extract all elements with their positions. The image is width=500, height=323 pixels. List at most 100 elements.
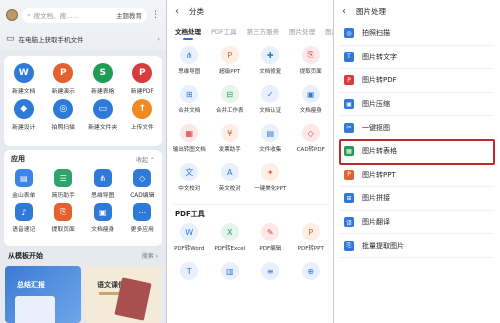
list-item[interactable]: ⊞ 图片拼接	[340, 187, 494, 211]
image-translate-icon: 译	[344, 217, 354, 228]
tool-item[interactable]: ▦ 输出转图文档	[169, 124, 210, 163]
doc-slim-icon: ▣	[93, 203, 112, 221]
pdf-tools-grid: W PDF转Word X PDF转Excel ✎ PDF编辑 P PDF转PPT T ▥ ≡ ⊕	[167, 221, 333, 301]
more-icon[interactable]: ⋮	[151, 10, 160, 20]
tool-item[interactable]: ⎘ 提取页面	[291, 46, 332, 85]
tool-item[interactable]: ✚ 文档修复	[250, 46, 291, 85]
tool-label: 上传文件	[130, 125, 154, 131]
form-icon: ▤	[14, 169, 33, 187]
tool-label: PDF转PPT	[297, 246, 324, 252]
avatar[interactable]	[6, 9, 18, 21]
tool-item[interactable]: X PDF转Excel	[210, 223, 251, 262]
tool-label: PDF转Excel	[214, 246, 246, 252]
pdf-page-icon: ▥	[220, 262, 239, 280]
tab-1[interactable]: PDF工具	[211, 26, 237, 36]
tool-item[interactable]: ▣ 文档瘦身	[291, 85, 332, 124]
tool-item[interactable]: 文中文校对	[169, 163, 210, 202]
image-to-text-icon: T	[344, 51, 354, 62]
tool-label: CAD编辑	[130, 193, 155, 199]
tool-item[interactable]: ☰ 简历助手	[44, 169, 84, 199]
apps-title: 应用	[11, 155, 25, 163]
tool-item[interactable]: ≡	[250, 262, 291, 301]
tool-label: 合并工作表	[215, 108, 244, 114]
tool-label: 思维导图	[178, 69, 201, 75]
tool-item[interactable]: W 新建文档	[4, 63, 44, 95]
image-to-pdf-icon: P	[344, 75, 354, 86]
tool-label: 输出转图文档	[172, 147, 206, 153]
tool-item[interactable]: ⊞ 合并文档	[169, 85, 210, 124]
back-icon[interactable]: ‹	[175, 6, 179, 17]
tool-item[interactable]: T	[169, 262, 210, 301]
tool-item[interactable]: ⋯ 更多应用	[123, 203, 163, 233]
search-icon: ⌕	[27, 10, 31, 19]
tool-label: 英文校对	[218, 186, 241, 192]
template-card[interactable]: 总结汇报	[5, 266, 81, 323]
list-item[interactable]: ◎ 拍照扫描	[340, 22, 494, 46]
tool-item[interactable]: ♪ 语音速记	[4, 203, 44, 233]
tool-item[interactable]: ✓ 文档认证	[250, 85, 291, 124]
home-header: ⌕ 搜文档、搜…… 主题教育 ⋮ ▭ 在电脑上获取手机文件 ›	[0, 0, 166, 50]
file-collect-icon: ▤	[261, 124, 280, 142]
tool-item[interactable]: P 新建PDF	[123, 63, 163, 95]
pdf-more-icon: ⊕	[301, 262, 320, 280]
merge-sheet-icon: ⊟	[220, 85, 239, 103]
folder-icon: ▭	[92, 99, 113, 119]
templates-search-button[interactable]: 搜索 ›	[142, 251, 158, 261]
cutout-icon: ✂	[344, 122, 354, 133]
template-decoration	[99, 292, 119, 295]
tool-item[interactable]: P PDF转PPT	[291, 223, 332, 262]
pdf-to-excel-icon: X	[220, 223, 239, 241]
template-card[interactable]: 语文课件	[85, 266, 162, 323]
list-item[interactable]: ▦ 图片转表格	[339, 138, 495, 165]
monitor-icon: ▭	[6, 34, 15, 44]
tool-item[interactable]: P 超级PPT	[210, 46, 251, 85]
list-item[interactable]: P 图片转PPT	[340, 164, 494, 188]
doc-slim-icon: ▣	[301, 85, 320, 103]
tool-item[interactable]: ▭ 新建文件夹	[83, 99, 123, 131]
back-icon[interactable]: ‹	[342, 6, 346, 17]
extract-page-icon: ⎘	[54, 203, 73, 221]
tool-item[interactable]: ▤ 文件收集	[250, 124, 291, 163]
list-item[interactable]: ▣ 图片压缩	[340, 93, 494, 117]
list-item-label: 图片拼接	[362, 194, 390, 203]
tool-item[interactable]: ⎘ 提取页面	[44, 203, 84, 233]
tool-item[interactable]: ¥ 发票助手	[210, 124, 251, 163]
tab-2[interactable]: 第三方服务	[247, 26, 280, 36]
tool-item[interactable]: S 新建表格	[83, 63, 123, 95]
tab-3[interactable]: 图片处理	[289, 26, 315, 36]
tool-item[interactable]: ▣ 文档瘦身	[83, 203, 123, 233]
tool-item[interactable]: W PDF转Word	[169, 223, 210, 262]
tool-item[interactable]: ▤ 金山表单	[4, 169, 44, 199]
template-title: 总结汇报	[17, 281, 45, 289]
tool-item[interactable]: ⋔ 思维导图	[83, 169, 123, 199]
tool-item[interactable]: ◇ CAD编辑	[123, 169, 163, 199]
tool-item[interactable]: ⊟ 合并工作表	[210, 85, 251, 124]
tool-item[interactable]: ↑ 上传文件	[123, 99, 163, 131]
search-input[interactable]: ⌕ 搜文档、搜…… 主题教育	[22, 7, 147, 23]
list-item[interactable]: ⎘ 批量提取图片	[340, 234, 494, 258]
tool-item[interactable]: ▥	[210, 262, 251, 301]
apps-collapse-button[interactable]: 收起 ⌃	[136, 155, 155, 164]
tool-item[interactable]: ⋔ 思维导图	[169, 46, 210, 85]
mind-map-icon: ⋔	[93, 169, 112, 187]
doc-repair-icon: ✚	[261, 46, 280, 64]
tool-item[interactable]: P 新建演示	[44, 63, 84, 95]
tab-0[interactable]: 文档处理	[175, 26, 201, 40]
tool-item[interactable]: ◇ CAD转PDF	[291, 124, 332, 163]
tool-item[interactable]: ⊕	[291, 262, 332, 301]
header-button[interactable]: 主题教育	[116, 10, 142, 20]
tool-item[interactable]: ◆ 新建设计	[4, 99, 44, 131]
tool-item[interactable]: ✎ PDF编辑	[250, 223, 291, 262]
tool-item[interactable]: ◎ 拍照扫描	[44, 99, 84, 131]
apps-card: 应用 收起 ⌃ ▤ 金山表单 ☰ 简历助手 ⋔ 思维导图 ◇ CAD编辑 ♪ 语音速记 ⎘ 提取页面 ▣…	[4, 150, 162, 246]
tool-item[interactable]: ✦ 一键美化PPT	[250, 163, 291, 202]
list-item[interactable]: 译图片翻译	[340, 211, 494, 235]
pc-files-banner[interactable]: ▭ 在电脑上获取手机文件 ›	[6, 32, 160, 46]
tab-4[interactable]: 图片扫描	[325, 26, 333, 36]
list-item[interactable]: T 图片转文字	[340, 46, 494, 70]
list-item[interactable]: P 图片转PDF	[340, 69, 494, 93]
tool-label: 更多应用	[130, 227, 154, 233]
chevron-right-icon: ›	[157, 35, 160, 43]
tool-item[interactable]: A 英文校对	[210, 163, 251, 202]
list-item[interactable]: ✂ 一键抠图	[340, 116, 494, 140]
